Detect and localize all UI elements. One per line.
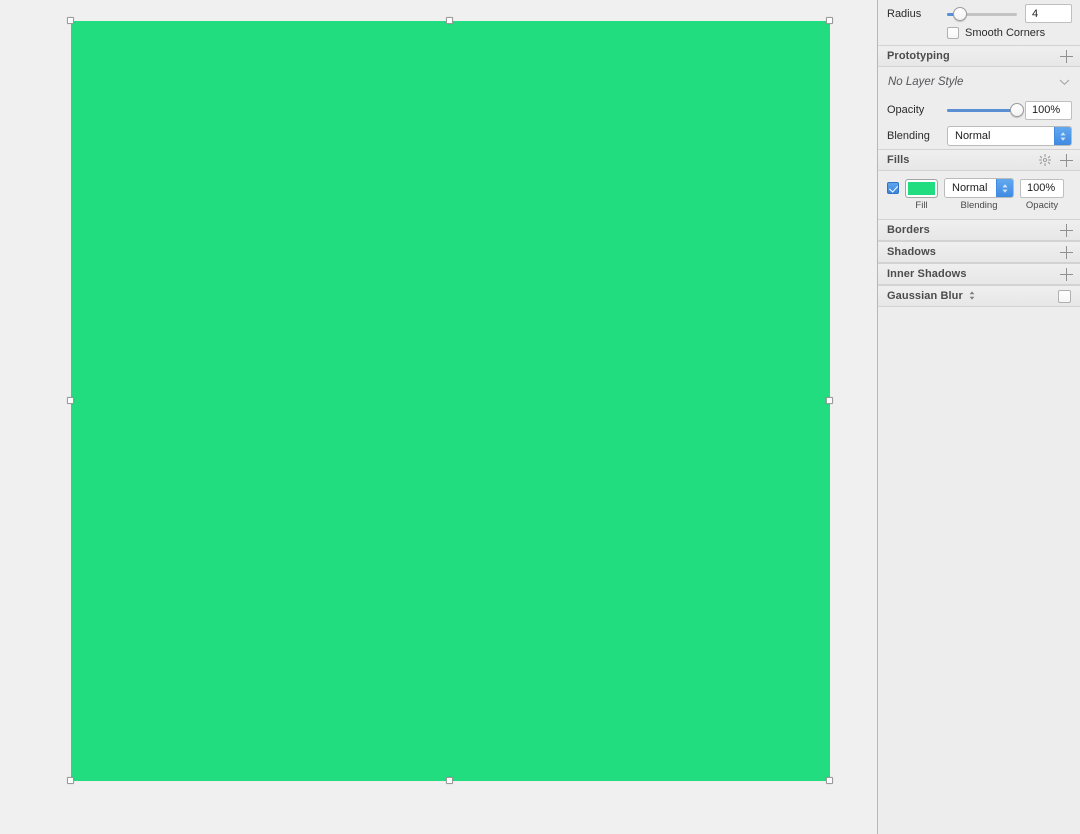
section-header-fills[interactable]: Fills [878,149,1080,171]
resize-handle-top-center[interactable] [446,17,453,24]
inner-shadows-actions [1060,267,1073,281]
opacity-row: Opacity 100% [878,97,1080,123]
radius-input[interactable]: 4 [1025,4,1072,23]
radius-row: Radius 4 [878,0,1080,27]
borders-actions [1060,223,1073,237]
fills-bottom-spacer [878,211,1080,219]
inspector-panel: Radius 4 Smooth Corners Prototyping No L… [877,0,1080,834]
resize-handle-bottom-center[interactable] [446,777,453,784]
section-header-prototyping[interactable]: Prototyping [878,45,1080,67]
smooth-corners-checkbox[interactable] [947,27,959,39]
add-prototyping-icon[interactable] [1060,49,1073,63]
sketch-window: Radius 4 Smooth Corners Prototyping No L… [0,0,1080,834]
resize-handle-top-right[interactable] [826,17,833,24]
resize-handle-bottom-right[interactable] [826,777,833,784]
fill-captions: Fill Blending Opacity [878,198,1080,211]
blur-type-chevron-icon[interactable] [968,290,1058,303]
blending-popup[interactable]: Normal [947,126,1072,146]
borders-title: Borders [887,224,930,236]
fill-color-swatch[interactable] [905,178,938,198]
radius-label: Radius [887,7,922,20]
section-header-borders[interactable]: Borders [878,219,1080,241]
opacity-slider[interactable] [947,102,1024,118]
blending-stepper-icon[interactable] [1054,127,1071,145]
radius-slider[interactable] [947,6,1017,22]
resize-handle-bottom-left[interactable] [67,777,74,784]
caption-blending: Blending [960,200,998,211]
section-header-inner-shadows[interactable]: Inner Shadows [878,263,1080,285]
opacity-slider-fill [947,109,1017,112]
layer-style-value: No Layer Style [888,76,964,88]
caption-fill: Fill [915,200,928,211]
caption-opacity: Opacity [1025,200,1059,211]
opacity-input[interactable]: 100% [1025,100,1072,120]
smooth-corners-label: Smooth Corners [965,27,1046,39]
resize-handle-middle-right[interactable] [826,397,833,404]
blending-row: Blending Normal [878,123,1080,149]
resize-handle-middle-left[interactable] [67,397,74,404]
gear-icon[interactable] [1039,154,1051,166]
shadows-title: Shadows [887,246,936,258]
inner-shadows-title: Inner Shadows [887,268,967,280]
section-header-shadows[interactable]: Shadows [878,241,1080,263]
add-inner-shadow-icon[interactable] [1060,267,1073,281]
shadows-actions [1060,245,1073,259]
layer-style-row[interactable]: No Layer Style [878,67,1080,97]
opacity-label: Opacity [887,104,925,116]
fill-blending-value: Normal [952,182,988,194]
opacity-slider-knob[interactable] [1010,103,1024,117]
chevron-down-icon[interactable] [1059,78,1070,86]
blending-value: Normal [955,130,991,142]
fill-blending-stepper-icon[interactable] [996,179,1013,197]
smooth-corners-row[interactable]: Smooth Corners [878,27,1080,45]
radius-slider-knob[interactable] [952,6,967,21]
prototyping-actions [1060,49,1073,63]
add-border-icon[interactable] [1060,223,1073,237]
add-shadow-icon[interactable] [1060,245,1073,259]
gaussian-blur-title: Gaussian Blur [887,290,963,302]
fills-title: Fills [887,154,910,166]
fill-enabled-checkbox[interactable] [887,182,899,194]
selected-rounded-rectangle[interactable] [71,21,830,781]
fill-opacity-input[interactable]: 100% [1020,178,1064,198]
prototyping-title: Prototyping [887,50,950,62]
add-fill-icon[interactable] [1060,153,1073,167]
fills-actions [1039,153,1073,167]
design-canvas[interactable] [0,0,877,834]
section-header-gaussian-blur[interactable]: Gaussian Blur [878,285,1080,307]
gaussian-blur-enabled-checkbox[interactable] [1058,289,1071,303]
blending-label: Blending [887,130,930,142]
fill-blending-popup[interactable]: Normal [944,178,1014,198]
fill-item-row: Normal 100% [878,171,1080,198]
resize-handle-top-left[interactable] [67,17,74,24]
